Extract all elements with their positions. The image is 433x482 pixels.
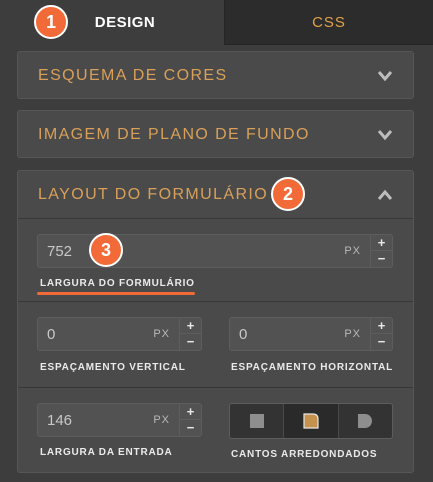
- form-width-label: LARGURA DO FORMULÁRIO: [40, 278, 195, 289]
- horizontal-spacing-stepper: + −: [370, 318, 392, 350]
- input-width-value: 146: [47, 412, 73, 429]
- increment-button[interactable]: +: [371, 235, 392, 251]
- input-width-label: LARGURA DA ENTRADA: [40, 447, 173, 458]
- form-width-stepper: + −: [370, 235, 392, 267]
- rounded-corners-label: CANTOS ARREDONDADOS: [231, 449, 378, 460]
- corner-pill-option[interactable]: [339, 404, 392, 438]
- divider: [18, 387, 413, 388]
- vertical-spacing-value: 0: [47, 326, 56, 343]
- unit-label: PX: [344, 245, 361, 257]
- tab-css[interactable]: CSS: [224, 0, 433, 45]
- chevron-up-icon: [377, 189, 393, 201]
- unit-label: PX: [344, 328, 361, 340]
- section-background-image[interactable]: IMAGEM DE PLANO DE FUNDO: [17, 110, 414, 158]
- step-badge-3: 3: [89, 233, 123, 267]
- corner-square-option[interactable]: [230, 404, 285, 438]
- tab-css-label: CSS: [312, 13, 346, 31]
- unit-label: PX: [153, 328, 170, 340]
- input-width-input[interactable]: 146 PX + −: [37, 403, 202, 437]
- horizontal-spacing-label: ESPAÇAMENTO HORIZONTAL: [231, 362, 394, 373]
- section-color-scheme[interactable]: ESQUEMA DE CORES: [17, 51, 414, 99]
- form-width-value: 752: [47, 243, 73, 260]
- vertical-spacing-stepper: + −: [179, 318, 201, 350]
- decrement-button[interactable]: −: [371, 334, 392, 350]
- vertical-spacing-input[interactable]: 0 PX + −: [37, 317, 202, 351]
- decrement-button[interactable]: −: [180, 420, 201, 436]
- highlight-underline: [37, 292, 195, 295]
- divider: [18, 301, 413, 302]
- section-title: IMAGEM DE PLANO DE FUNDO: [38, 126, 310, 143]
- increment-button[interactable]: +: [180, 404, 201, 420]
- square-corner-icon: [249, 414, 264, 428]
- section-title: ESQUEMA DE CORES: [38, 67, 228, 84]
- pill-corner-icon: [358, 414, 373, 428]
- corner-rounded-option[interactable]: [284, 404, 339, 438]
- tab-design-label: DESIGN: [94, 14, 156, 31]
- horizontal-spacing-input[interactable]: 0 PX + −: [229, 317, 393, 351]
- decrement-button[interactable]: −: [180, 334, 201, 350]
- rounded-corners-selector: [229, 403, 393, 439]
- input-width-stepper: + −: [179, 404, 201, 436]
- divider: [18, 218, 413, 219]
- section-form-layout-header[interactable]: LAYOUT DO FORMULÁRIO: [18, 171, 413, 219]
- step-badge-1: 1: [34, 5, 68, 39]
- section-title: LAYOUT DO FORMULÁRIO: [38, 186, 269, 203]
- increment-button[interactable]: +: [180, 318, 201, 334]
- step-badge-2: 2: [271, 177, 305, 211]
- rounded-corner-icon: [303, 413, 319, 429]
- unit-label: PX: [153, 414, 170, 426]
- chevron-down-icon: [377, 129, 393, 141]
- horizontal-spacing-value: 0: [239, 326, 248, 343]
- vertical-spacing-label: ESPAÇAMENTO VERTICAL: [40, 362, 186, 373]
- increment-button[interactable]: +: [371, 318, 392, 334]
- chevron-down-icon: [377, 70, 393, 82]
- decrement-button[interactable]: −: [371, 251, 392, 267]
